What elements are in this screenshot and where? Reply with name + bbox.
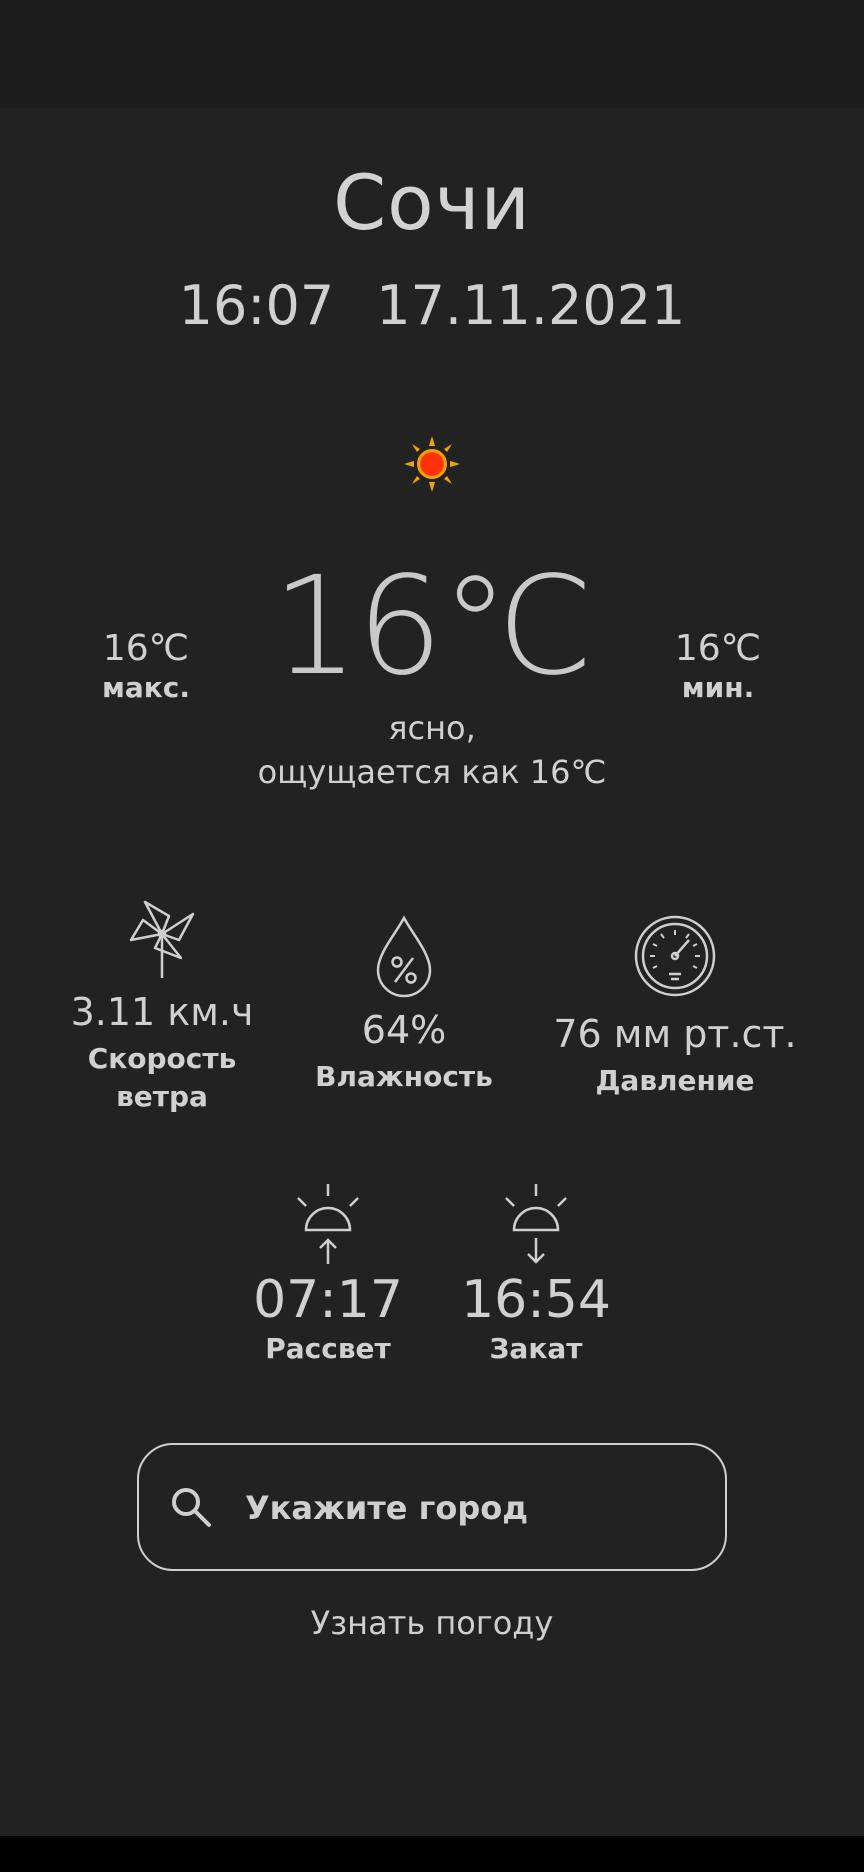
sunset-icon — [446, 1180, 626, 1264]
sunset-time: 16:54 — [461, 1270, 611, 1330]
city-search-box[interactable] — [137, 1443, 727, 1571]
pressure-label: Давление — [595, 1064, 755, 1097]
city-name: Сочи — [333, 158, 531, 247]
min-temp-value: 16℃ — [674, 628, 762, 669]
sunrise-metric: 07:17 Рассвет — [238, 1180, 418, 1368]
sun-icon — [404, 436, 460, 492]
wind-label-line2: ветра — [116, 1080, 208, 1113]
gauge-icon — [548, 914, 802, 998]
sunset-label: Закат — [489, 1332, 583, 1365]
wind-speed-value: 3.11 км.ч — [70, 990, 254, 1034]
get-weather-button[interactable]: Узнать погоду — [0, 1604, 864, 1642]
drop-percent-icon — [284, 914, 524, 998]
status-bar — [0, 0, 864, 108]
navigation-bar — [0, 1836, 864, 1872]
humidity-metric: 64% Влажность — [284, 914, 524, 1096]
pressure-metric: 76 мм рт.ст. Давление — [548, 914, 802, 1100]
current-date: 17.11.2021 — [376, 274, 686, 337]
weather-description: ясно, ощущается как 16℃ — [0, 706, 864, 794]
condition-text: ясно, — [388, 709, 476, 747]
city-search-input[interactable] — [243, 1445, 707, 1571]
humidity-label: Влажность — [315, 1060, 493, 1093]
search-icon — [169, 1485, 213, 1533]
sunrise-label: Рассвет — [265, 1332, 391, 1365]
wind-metric: 3.11 км.ч Скорость ветра — [42, 896, 282, 1116]
wind-label-line1: Скорость — [87, 1042, 237, 1075]
pressure-value: 76 мм рт.ст. — [553, 1012, 797, 1056]
current-time: 16:07 — [178, 274, 335, 337]
pinwheel-icon — [42, 896, 282, 980]
feels-like-text: ощущается как 16℃ — [257, 753, 607, 791]
sunrise-time: 07:17 — [253, 1270, 403, 1330]
date-time: 16:07 17.11.2021 — [0, 274, 864, 337]
sunrise-icon — [238, 1180, 418, 1264]
min-temp: 16℃ мин. — [618, 628, 818, 704]
sunset-metric: 16:54 Закат — [446, 1180, 626, 1368]
humidity-value: 64% — [361, 1008, 447, 1052]
min-temp-label: мин. — [681, 671, 755, 704]
